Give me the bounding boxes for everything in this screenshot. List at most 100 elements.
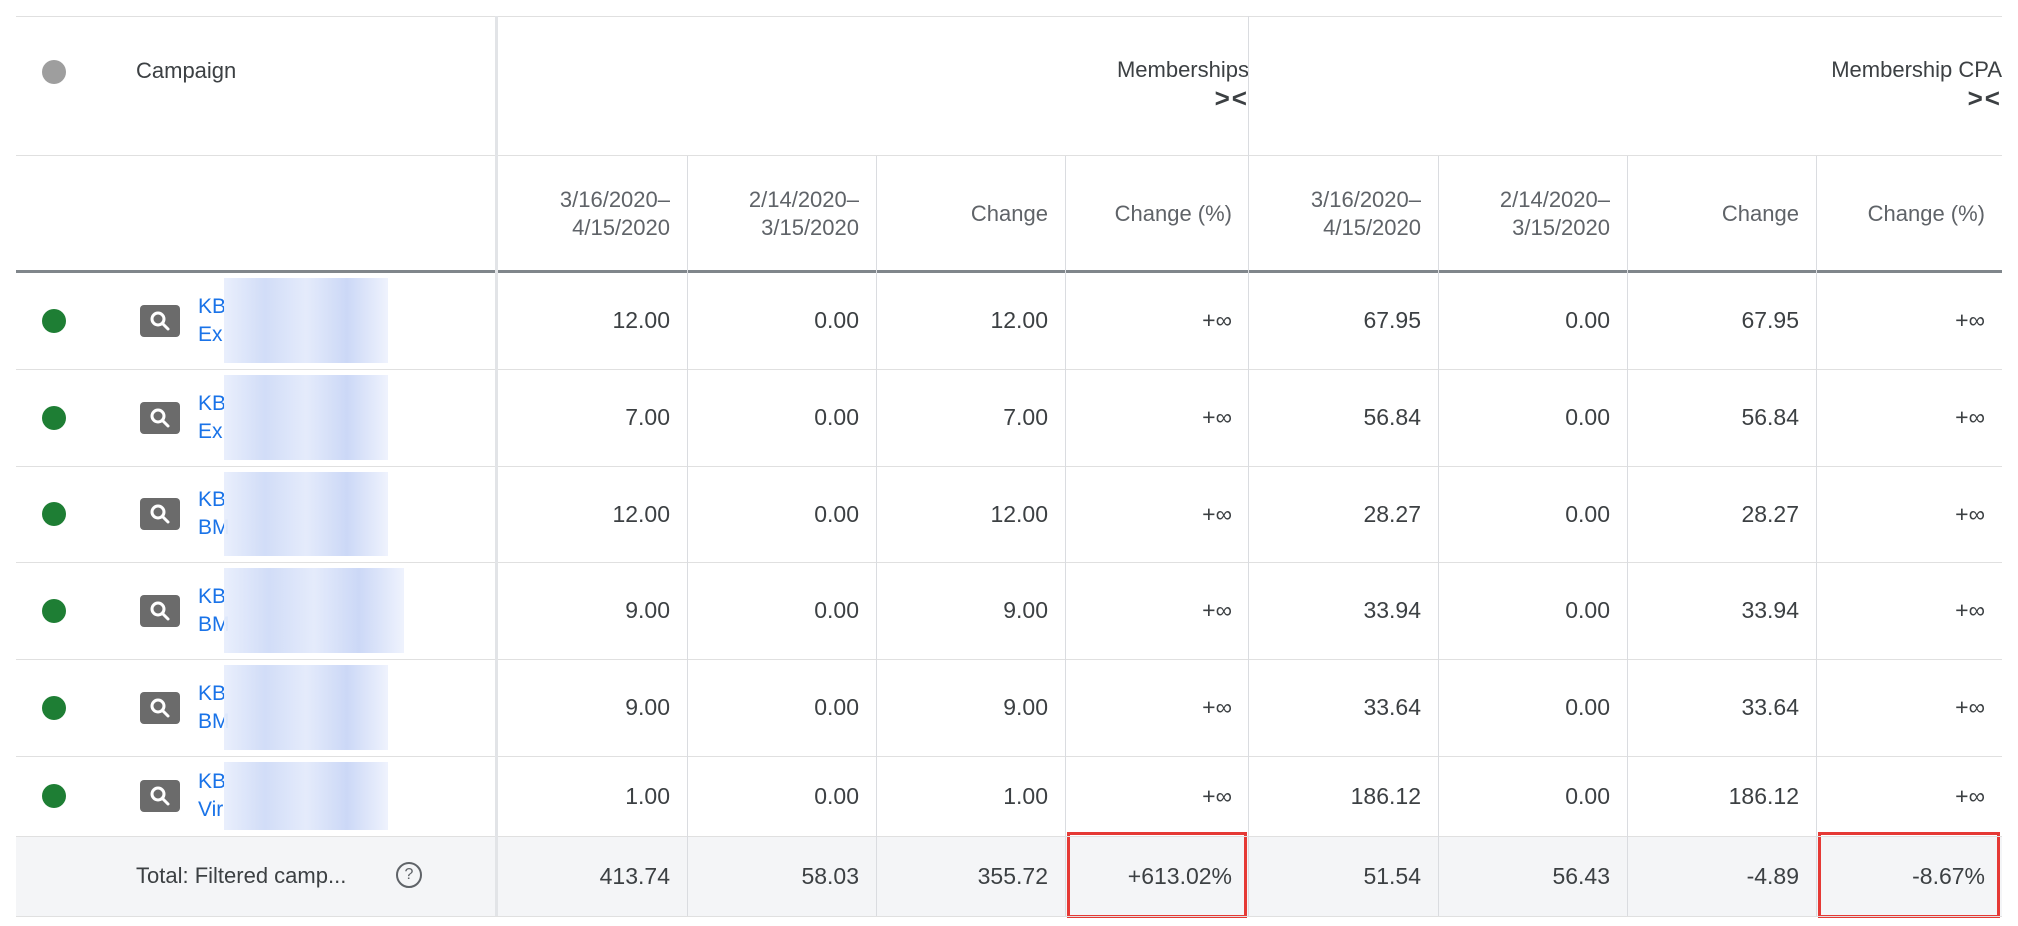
column-divider bbox=[876, 156, 877, 916]
redacted-campaign-name bbox=[224, 665, 388, 750]
metric-cell: 12.00 bbox=[612, 307, 670, 333]
metric-cell: 7.00 bbox=[625, 404, 670, 430]
metric-cell: 56.84 bbox=[1741, 404, 1799, 430]
subcolumn-header[interactable]: 3/16/2020– 4/15/2020 bbox=[1249, 186, 1438, 242]
column-divider bbox=[1816, 156, 1817, 916]
metric-cell: 0.00 bbox=[1565, 500, 1610, 527]
metric-cell: 33.94 bbox=[1741, 597, 1799, 623]
metric-cell: +∞ bbox=[1955, 597, 1985, 623]
collapse-membership-cpa-icon[interactable]: >< bbox=[1249, 84, 2002, 112]
grid-line bbox=[16, 16, 2002, 17]
metric-cell: 33.94 bbox=[1363, 597, 1421, 623]
status-filter-icon[interactable] bbox=[42, 60, 66, 84]
subcolumn-header[interactable]: Change bbox=[876, 200, 1065, 228]
metric-cell: 9.00 bbox=[625, 694, 670, 720]
status-enabled-icon[interactable] bbox=[42, 784, 66, 808]
metric-cell: 0.00 bbox=[1565, 782, 1610, 809]
total-row: Total: Filtered camp... ? 413.74 58.03 355… bbox=[16, 832, 2002, 918]
redacted-campaign-name bbox=[224, 278, 388, 363]
help-icon[interactable]: ? bbox=[396, 862, 422, 888]
total-metric-cell: 355.72 bbox=[977, 862, 1048, 889]
grid-line bbox=[16, 369, 2002, 370]
metric-cell: 28.27 bbox=[1741, 500, 1799, 527]
redacted-campaign-name bbox=[224, 375, 388, 460]
header-group-row: Campaign Memberships >< Membership CPA >… bbox=[16, 16, 2002, 156]
metric-cell: 7.00 bbox=[1003, 404, 1048, 430]
collapse-memberships-icon[interactable]: >< bbox=[496, 84, 1249, 112]
campaign-column-header[interactable]: Campaign bbox=[136, 58, 236, 84]
grid-line bbox=[16, 466, 2002, 467]
metric-cell: 33.64 bbox=[1363, 694, 1421, 720]
grid-line bbox=[16, 836, 2002, 837]
status-enabled-icon[interactable] bbox=[42, 308, 66, 333]
metric-cell: +∞ bbox=[1955, 694, 1985, 720]
metric-cell: 0.00 bbox=[1565, 404, 1610, 430]
search-campaign-icon bbox=[140, 691, 180, 724]
metric-cell: 9.00 bbox=[1003, 694, 1048, 720]
grid-line bbox=[16, 916, 2002, 917]
subcolumn-header[interactable]: 2/14/2020– 3/15/2020 bbox=[1438, 186, 1627, 242]
metric-cell: 186.12 bbox=[1350, 782, 1421, 809]
header-subcolumn-row: 3/16/2020– 4/15/2020 2/14/2020– 3/15/2020… bbox=[16, 156, 2002, 272]
column-divider bbox=[1438, 156, 1439, 916]
campaign-name-link[interactable]: KB Vir bbox=[198, 768, 226, 824]
campaign-name-link[interactable]: KB Ex bbox=[198, 390, 226, 446]
metric-cell: 0.00 bbox=[814, 500, 859, 527]
metric-cell: 0.00 bbox=[1565, 307, 1610, 333]
status-enabled-icon[interactable] bbox=[42, 405, 66, 430]
table-row: KB BM 9.00 0.00 9.00 +∞ 33.94 0.00 33.94 +∞ bbox=[16, 562, 2002, 659]
search-campaign-icon bbox=[140, 594, 180, 627]
status-enabled-icon[interactable] bbox=[42, 598, 66, 623]
table-row: KB Ex 12.00 0.00 12.00 +∞ 67.95 0.00 67.95 +∞ bbox=[16, 272, 2002, 369]
memberships-column-group-header: Memberships >< bbox=[496, 56, 1266, 112]
search-campaign-icon bbox=[140, 304, 180, 337]
metric-cell: 0.00 bbox=[814, 694, 859, 720]
column-divider bbox=[1627, 156, 1628, 916]
redacted-campaign-name bbox=[224, 568, 404, 653]
campaign-name-line2: Ex bbox=[198, 419, 223, 443]
subcolumn-header[interactable]: Change (%) bbox=[1816, 200, 2002, 228]
status-enabled-icon[interactable] bbox=[42, 695, 66, 720]
subcolumn-header[interactable]: 2/14/2020– 3/15/2020 bbox=[687, 186, 876, 242]
header-divider bbox=[16, 270, 2002, 273]
column-divider bbox=[1248, 16, 1249, 916]
metric-cell: +∞ bbox=[1202, 694, 1232, 720]
campaign-name-line2: Ex bbox=[198, 322, 223, 346]
redacted-campaign-name bbox=[224, 472, 388, 556]
total-metric-cell: -4.89 bbox=[1746, 862, 1799, 889]
campaign-name-line2: Vir bbox=[198, 798, 224, 821]
subcolumn-header[interactable]: Change (%) bbox=[1065, 200, 1249, 228]
table-row: KB BM 9.00 0.00 9.00 +∞ 33.64 0.00 33.64 +∞ bbox=[16, 659, 2002, 756]
column-divider bbox=[687, 156, 688, 916]
table-row: KB BM 12.00 0.00 12.00 +∞ 28.27 0.00 28.27 +∞ bbox=[16, 466, 2002, 562]
metric-cell: 67.95 bbox=[1363, 307, 1421, 333]
metric-cell: 12.00 bbox=[990, 307, 1048, 333]
metric-cell: 56.84 bbox=[1363, 404, 1421, 430]
campaign-name-line1: KB bbox=[198, 391, 227, 415]
table-row: KB Vir 1.00 0.00 1.00 +∞ 186.12 0.00 186.12 +∞ bbox=[16, 756, 2002, 836]
campaign-name-line1: KB bbox=[198, 770, 227, 793]
metric-cell: +∞ bbox=[1202, 597, 1232, 623]
metric-cell: 28.27 bbox=[1363, 500, 1421, 527]
redacted-campaign-name bbox=[224, 762, 388, 830]
grid-line bbox=[16, 562, 2002, 563]
subcolumn-header[interactable]: Change bbox=[1627, 200, 1816, 228]
total-metric-cell: 58.03 bbox=[801, 862, 859, 889]
metric-cell: 9.00 bbox=[625, 597, 670, 623]
table-row: KB Ex 7.00 0.00 7.00 +∞ 56.84 0.00 56.84 +∞ bbox=[16, 369, 2002, 466]
metric-cell: +∞ bbox=[1202, 307, 1232, 333]
metric-cell: +∞ bbox=[1955, 782, 1985, 809]
subcolumn-header[interactable]: 3/16/2020– 4/15/2020 bbox=[498, 186, 687, 242]
metric-cell: 67.95 bbox=[1741, 307, 1799, 333]
metric-cell: 0.00 bbox=[814, 307, 859, 333]
campaign-name-link[interactable]: KB Ex bbox=[198, 293, 226, 349]
highlight-box bbox=[1067, 832, 1247, 918]
memberships-label[interactable]: Memberships bbox=[496, 56, 1249, 84]
total-metric-cell: 413.74 bbox=[599, 862, 670, 889]
total-label: Total: Filtered camp... bbox=[136, 863, 347, 888]
campaign-name-line1: KB bbox=[198, 294, 227, 318]
membership-cpa-label[interactable]: Membership CPA bbox=[1249, 56, 2002, 84]
metric-cell: 12.00 bbox=[990, 500, 1048, 527]
grid-line bbox=[16, 756, 2002, 757]
status-enabled-icon[interactable] bbox=[42, 502, 66, 526]
